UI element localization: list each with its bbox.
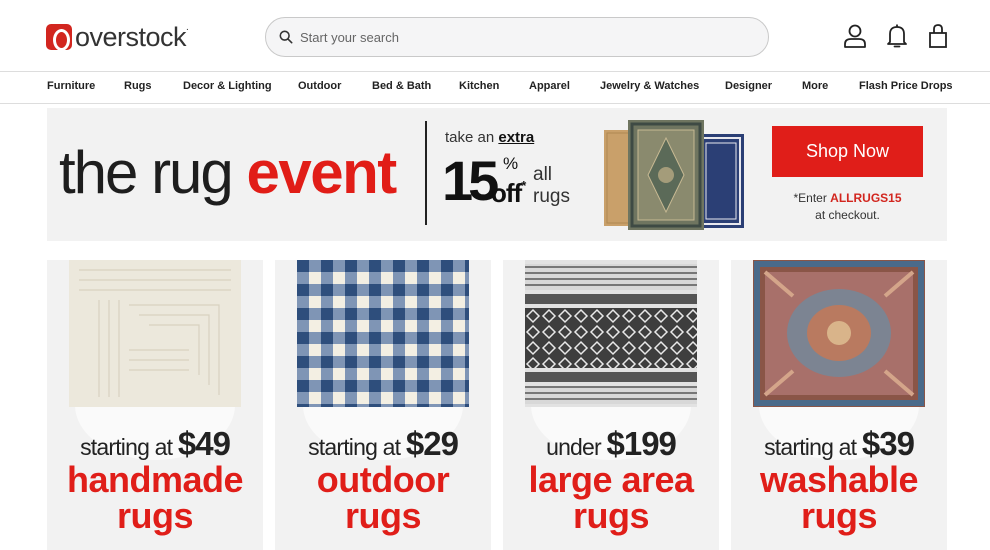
category-card-handmade[interactable]: starting at $49 handmade rugs [47, 260, 263, 550]
card-price: under $199 [546, 425, 677, 462]
rugs-stack-image [604, 120, 744, 230]
promo-lead: take an extra [445, 129, 535, 146]
nav-item-designer[interactable]: Designer [725, 80, 772, 92]
card-title: outdoor rugs [316, 459, 450, 536]
logo-suffix: . [186, 21, 189, 33]
card-price: starting at $39 [764, 425, 915, 462]
handmade-rug-image [69, 260, 241, 407]
nav-item-jewelry-watches[interactable]: Jewelry & Watches [600, 80, 699, 92]
banner-title-emphasis: event [246, 139, 397, 206]
nav-item-flash-price-drops[interactable]: Flash Price Drops [859, 80, 953, 92]
nav-divider [0, 103, 990, 104]
card-title: handmade rugs [66, 459, 244, 536]
nav-item-outdoor[interactable]: Outdoor [298, 80, 341, 92]
nav-item-kitchen[interactable]: Kitchen [459, 80, 499, 92]
search-icon [279, 30, 293, 44]
category-card-washable[interactable]: starting at $39 washable rugs [731, 260, 947, 550]
category-nav: Furniture Rugs Decor & Lighting Outdoor … [0, 72, 990, 103]
cart-bag-icon[interactable] [926, 23, 950, 49]
logo-mark-icon [46, 24, 72, 51]
card-title: large area rugs [528, 459, 694, 536]
notifications-bell-icon[interactable] [885, 23, 909, 49]
nav-item-apparel[interactable]: Apparel [529, 80, 570, 92]
rug-event-banner[interactable]: the rug event take an extra 15 % off* al… [47, 108, 947, 241]
nav-item-bed-bath[interactable]: Bed & Bath [372, 80, 431, 92]
category-card-large-area[interactable]: under $199 large area rugs [503, 260, 719, 550]
card-price: starting at $49 [80, 425, 231, 462]
large-area-rug-image [525, 260, 697, 407]
promo-code: ALLRUGS15 [830, 191, 902, 205]
card-price: starting at $29 [308, 425, 459, 462]
category-card-outdoor[interactable]: starting at $29 outdoor rugs [275, 260, 491, 550]
banner-title: the rug event [59, 139, 397, 206]
washable-rug-image [753, 260, 925, 407]
promo-number: 15 [442, 149, 499, 212]
promo-code-note: *Enter ALLRUGS15 at checkout. [793, 191, 902, 222]
logo-text: overstock [75, 21, 187, 52]
outdoor-rug-image [297, 260, 469, 407]
site-header: overstock. [0, 0, 990, 72]
shop-now-button[interactable]: Shop Now [772, 126, 923, 177]
nav-item-decor-lighting[interactable]: Decor & Lighting [183, 80, 272, 92]
promo-percent: % [503, 154, 519, 173]
account-icon[interactable] [843, 23, 867, 49]
card-title: washable rugs [759, 459, 919, 536]
nav-item-more[interactable]: More [802, 80, 828, 92]
banner-divider [425, 121, 427, 225]
search-bar[interactable] [265, 17, 769, 57]
overstock-logo[interactable]: overstock. [46, 21, 189, 52]
search-input[interactable] [300, 29, 760, 45]
nav-item-furniture[interactable]: Furniture [47, 80, 95, 92]
promo-all-rugs: all rugs [533, 164, 570, 207]
nav-item-rugs[interactable]: Rugs [124, 80, 152, 92]
promo-off: off* [491, 178, 526, 208]
